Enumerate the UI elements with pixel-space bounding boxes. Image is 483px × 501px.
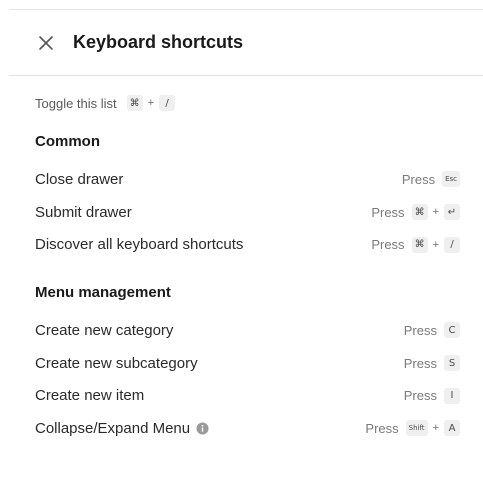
press-label: Press: [365, 420, 399, 436]
plus-sign: +: [432, 238, 439, 251]
press-label: Press: [403, 355, 437, 371]
shortcut-label: Submit drawer: [35, 203, 132, 221]
press-label: Press: [371, 204, 405, 220]
menu-shortcuts-list: Create new category Press C Create new s…: [35, 314, 460, 445]
info-icon[interactable]: [196, 422, 209, 435]
shortcut-row-submit-drawer: Submit drawer Press ⌘ + ↵: [35, 196, 460, 229]
key-cap: C: [444, 322, 460, 339]
close-icon: [39, 35, 53, 50]
shortcut-keys: Press Esc: [401, 171, 460, 188]
toggle-list-hint: Toggle this list ⌘ + /: [35, 92, 460, 114]
shortcut-row-create-subcategory: Create new subcategory Press S: [35, 347, 460, 380]
shortcut-keys: Press Shift + A: [365, 420, 460, 437]
shortcut-row-close-drawer: Close drawer Press Esc: [35, 163, 460, 196]
close-button[interactable]: [35, 32, 57, 54]
shortcut-label: Close drawer: [35, 170, 124, 188]
key-cap: ↵: [444, 204, 460, 221]
shortcut-row-create-category: Create new category Press C: [35, 314, 460, 347]
press-label: Press: [403, 322, 437, 338]
shortcut-row-discover-shortcuts: Discover all keyboard shortcuts Press ⌘ …: [35, 228, 460, 261]
shortcut-label-with-info: Collapse/Expand Menu: [35, 420, 209, 437]
shortcut-label: Create new category: [35, 321, 174, 339]
press-label: Press: [403, 388, 437, 404]
plus-sign: +: [147, 97, 155, 109]
section-title-menu-management: Menu management: [35, 284, 171, 302]
key-cap: ⌘: [411, 204, 428, 221]
toggle-label: Toggle this list: [35, 95, 117, 111]
common-shortcuts-list: Close drawer Press Esc Submit drawer Pre…: [35, 163, 460, 261]
toggle-keys: ⌘ + /: [126, 95, 176, 111]
shortcuts-drawer: Keyboard shortcuts Toggle this list ⌘ + …: [9, 10, 483, 501]
key-cap: ⌘: [411, 236, 428, 253]
drawer-title: Keyboard shortcuts: [73, 32, 244, 52]
shortcut-keys: Press C: [403, 322, 460, 339]
shortcut-label: Collapse/Expand Menu: [35, 419, 191, 437]
shortcut-keys: Press ⌘ + ↵: [371, 204, 460, 221]
shortcut-label: Create new item: [35, 387, 145, 405]
key-cap: I: [444, 387, 460, 404]
press-label: Press: [371, 237, 405, 253]
section-title-common: Common: [35, 133, 100, 150]
drawer-header: Keyboard shortcuts: [9, 10, 483, 76]
shortcut-keys: Press I: [403, 387, 460, 404]
key-cap: S: [444, 355, 460, 372]
drawer-content: Toggle this list ⌘ + / Common Close draw…: [9, 92, 483, 445]
press-label: Press: [401, 171, 436, 187]
shortcut-label: Create new subcategory: [35, 354, 198, 372]
shortcut-keys: Press S: [403, 355, 460, 372]
plus-sign: +: [432, 206, 439, 219]
key-cap: /: [444, 236, 460, 253]
key-cap: Shift: [405, 420, 428, 437]
shortcut-keys: Press ⌘ + /: [371, 236, 460, 253]
plus-sign: +: [432, 422, 439, 435]
key-cap: A: [444, 420, 460, 437]
shortcut-row-collapse-expand-menu: Collapse/Expand Menu Press Shift + A: [35, 412, 460, 445]
key-cap: ⌘: [126, 95, 143, 111]
shortcut-row-create-item: Create new item Press I: [35, 379, 460, 412]
key-cap: Esc: [442, 171, 460, 188]
shortcut-label: Discover all keyboard shortcuts: [35, 236, 244, 254]
key-cap: /: [159, 95, 176, 111]
